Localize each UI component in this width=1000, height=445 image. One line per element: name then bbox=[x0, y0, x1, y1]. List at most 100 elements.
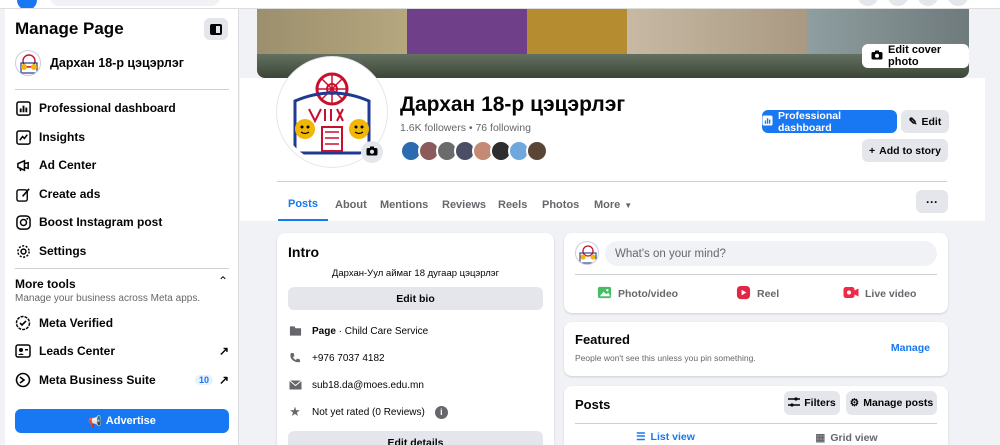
notification-count-badge: 10 bbox=[194, 375, 213, 385]
messenger-icon[interactable] bbox=[888, 0, 908, 6]
sidebar-item-ad-center[interactable]: Ad Center bbox=[15, 154, 229, 176]
leads-icon bbox=[15, 343, 31, 359]
sidebar-item-settings[interactable]: Settings bbox=[15, 240, 229, 262]
edit-bio-button[interactable]: Edit bio bbox=[288, 287, 543, 310]
list-view-tab[interactable]: ☰ List view bbox=[575, 425, 756, 445]
search-bar[interactable] bbox=[50, 0, 220, 6]
change-profile-picture-button[interactable] bbox=[361, 141, 383, 163]
advertise-button[interactable]: 📢 Advertise bbox=[15, 409, 229, 433]
chevron-up-icon[interactable]: ⌃ bbox=[218, 274, 228, 288]
tab-label: Photos bbox=[542, 199, 580, 211]
reel-icon bbox=[736, 285, 751, 303]
professional-dashboard-label: Professional dashboard bbox=[778, 109, 842, 134]
pencil-icon bbox=[15, 186, 31, 202]
sidebar-item-label: Professional dashboard bbox=[39, 101, 176, 115]
sidebar-item-label: Settings bbox=[39, 244, 87, 258]
sidebar-item-insights[interactable]: Insights bbox=[15, 126, 229, 148]
edit-cover-label: Edit cover photo bbox=[888, 44, 942, 68]
post-composer: What's on your mind? Photo/video Reel Li… bbox=[564, 233, 948, 313]
tab-reels[interactable]: Reels bbox=[488, 189, 537, 221]
grid-view-tab[interactable]: ▦ Grid view bbox=[756, 425, 937, 445]
cover-building bbox=[407, 9, 527, 54]
sidebar-item-leads-center[interactable]: Leads Center ↗ bbox=[15, 340, 229, 362]
insights-icon bbox=[15, 129, 31, 145]
edit-cover-photo-button[interactable]: Edit cover photo bbox=[862, 44, 969, 68]
tab-about[interactable]: About bbox=[325, 189, 377, 221]
megaphone-icon bbox=[15, 157, 31, 173]
gear-icon bbox=[15, 243, 31, 259]
edit-bio-label: Edit bio bbox=[396, 292, 435, 305]
page-avatar-small bbox=[15, 50, 41, 76]
sidebar-item-label: Insights bbox=[39, 130, 86, 144]
live-video-icon bbox=[843, 286, 859, 302]
sidebar-item-label: Boost Instagram post bbox=[39, 215, 163, 229]
edit-details-label: Edit details bbox=[387, 436, 444, 445]
facebook-logo-icon[interactable] bbox=[17, 0, 37, 8]
sidebar-item-create-ads[interactable]: Create ads bbox=[15, 183, 229, 205]
email-icon bbox=[288, 378, 302, 392]
category-text: · Child Care Service bbox=[335, 325, 429, 337]
tab-photos[interactable]: Photos bbox=[532, 189, 589, 221]
email-address[interactable]: sub18.da@moes.edu.mn bbox=[312, 380, 424, 391]
camera-icon bbox=[366, 145, 378, 159]
more-tools-subtitle: Manage your business across Meta apps. bbox=[15, 293, 201, 304]
manage-posts-button[interactable]: ⚙ Manage posts bbox=[846, 391, 937, 415]
photo-video-button[interactable]: Photo/video bbox=[597, 285, 678, 303]
posts-divider bbox=[575, 423, 937, 424]
featured-heading: Featured bbox=[575, 332, 630, 347]
tab-mentions[interactable]: Mentions bbox=[370, 189, 438, 221]
cover-building bbox=[527, 9, 627, 54]
business-suite-icon bbox=[15, 372, 31, 388]
intro-heading: Intro bbox=[288, 244, 320, 260]
edit-page-button[interactable]: ✎ Edit bbox=[901, 110, 949, 133]
posts-card: Posts Filters ⚙ Manage posts ☰ List view… bbox=[564, 386, 948, 445]
notifications-icon[interactable] bbox=[918, 0, 938, 6]
live-video-label: Live video bbox=[865, 288, 917, 300]
cover-building bbox=[257, 9, 407, 54]
top-navigation-bar bbox=[0, 0, 1000, 9]
grid-view-label: Grid view bbox=[830, 432, 878, 444]
posts-heading: Posts bbox=[575, 397, 611, 412]
tab-label: More bbox=[594, 199, 621, 211]
sidebar-title: Manage Page bbox=[15, 19, 124, 38]
add-to-story-button[interactable]: + Add to story bbox=[862, 139, 948, 162]
menu-icon[interactable] bbox=[858, 0, 878, 6]
phone-icon bbox=[288, 351, 302, 365]
dashboard-icon bbox=[762, 114, 773, 129]
composer-avatar bbox=[575, 241, 599, 265]
follower-avatars[interactable] bbox=[400, 140, 548, 162]
followers-count[interactable]: 1.6K followers • 76 following bbox=[400, 122, 531, 134]
filters-button[interactable]: Filters bbox=[784, 391, 840, 415]
info-icon[interactable]: i bbox=[434, 405, 448, 419]
tab-label: Posts bbox=[288, 198, 318, 210]
tab-posts[interactable]: Posts bbox=[278, 189, 328, 221]
sidebar-divider bbox=[15, 268, 229, 269]
sidebar-item-meta-verified[interactable]: Meta Verified bbox=[15, 312, 229, 334]
live-video-button[interactable]: Live video bbox=[843, 285, 916, 303]
tab-more[interactable]: More ▼ bbox=[584, 189, 642, 221]
whats-on-your-mind-input[interactable]: What's on your mind? bbox=[605, 241, 937, 266]
reel-button[interactable]: Reel bbox=[736, 285, 779, 303]
sidebar-item-professional-dashboard[interactable]: Professional dashboard bbox=[15, 97, 229, 119]
page-title: Дархан 18-р цэцэрлэг bbox=[400, 93, 626, 116]
collapse-sidebar-button[interactable] bbox=[204, 18, 228, 40]
sidebar-item-business-suite[interactable]: Meta Business Suite 10 ↗ bbox=[15, 369, 229, 391]
sidebar-page-switcher[interactable]: Дархан 18-р цэцэрлэг bbox=[15, 50, 184, 76]
manage-featured-link[interactable]: Manage bbox=[891, 342, 930, 354]
sidebar-item-boost-instagram[interactable]: Boost Instagram post bbox=[15, 211, 229, 233]
external-link-icon: ↗ bbox=[218, 373, 229, 387]
sidebar-page-name: Дархан 18-р цэцэрлэг bbox=[50, 56, 184, 70]
megaphone-icon: 📢 bbox=[88, 415, 102, 428]
professional-dashboard-button[interactable]: Professional dashboard bbox=[762, 109, 897, 134]
account-avatar[interactable] bbox=[948, 0, 968, 6]
edit-details-button[interactable]: Edit details bbox=[288, 431, 543, 445]
more-options-button[interactable]: ··· bbox=[916, 190, 948, 213]
phone-number[interactable]: +976 7037 4182 bbox=[312, 353, 385, 364]
instagram-icon bbox=[15, 214, 31, 230]
cover-building bbox=[627, 9, 807, 54]
photo-icon bbox=[597, 285, 612, 303]
tab-reviews[interactable]: Reviews bbox=[432, 189, 496, 221]
page-bio: Дархан-Уул аймаг 18 дугаар цэцэрлэг bbox=[331, 268, 500, 279]
dashboard-icon bbox=[15, 100, 31, 116]
sidebar-item-label: Ad Center bbox=[39, 158, 97, 172]
